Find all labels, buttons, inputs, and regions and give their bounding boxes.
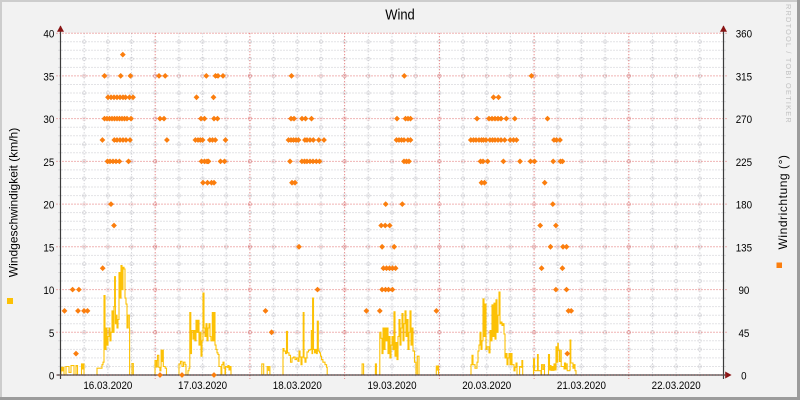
svg-text:17.03.2020: 17.03.2020 [178,379,227,392]
svg-text:25: 25 [43,156,54,169]
svg-text:315: 315 [736,71,752,84]
svg-text:19.03.2020: 19.03.2020 [367,379,416,392]
svg-text:16.03.2020: 16.03.2020 [83,379,132,392]
svg-text:15: 15 [43,242,54,255]
svg-text:30: 30 [43,113,54,126]
svg-text:270: 270 [736,113,752,126]
svg-text:22.03.2020: 22.03.2020 [652,379,701,392]
svg-text:Windrichtung (°): Windrichtung (°) [776,155,790,250]
svg-text:40: 40 [43,28,54,41]
svg-text:90: 90 [738,284,749,297]
svg-text:45: 45 [738,327,749,340]
svg-text:10: 10 [43,284,54,297]
svg-text:35: 35 [43,71,54,84]
svg-text:18.03.2020: 18.03.2020 [273,379,322,392]
svg-text:20: 20 [43,199,54,212]
svg-text:Windgeschwindigkeit (km/h): Windgeschwindigkeit (km/h) [7,128,21,277]
svg-text:RRDTOOL / TOBI OETIKER: RRDTOOL / TOBI OETIKER [784,4,793,124]
svg-text:0: 0 [49,370,55,383]
svg-text:360: 360 [736,28,752,41]
svg-text:135: 135 [736,242,752,255]
svg-text:Wind: Wind [385,7,415,23]
svg-text:20.03.2020: 20.03.2020 [462,379,511,392]
svg-text:21.03.2020: 21.03.2020 [557,379,606,392]
svg-text:0: 0 [741,370,747,383]
svg-text:5: 5 [49,327,55,340]
svg-text:225: 225 [736,156,752,169]
svg-text:180: 180 [736,199,752,212]
